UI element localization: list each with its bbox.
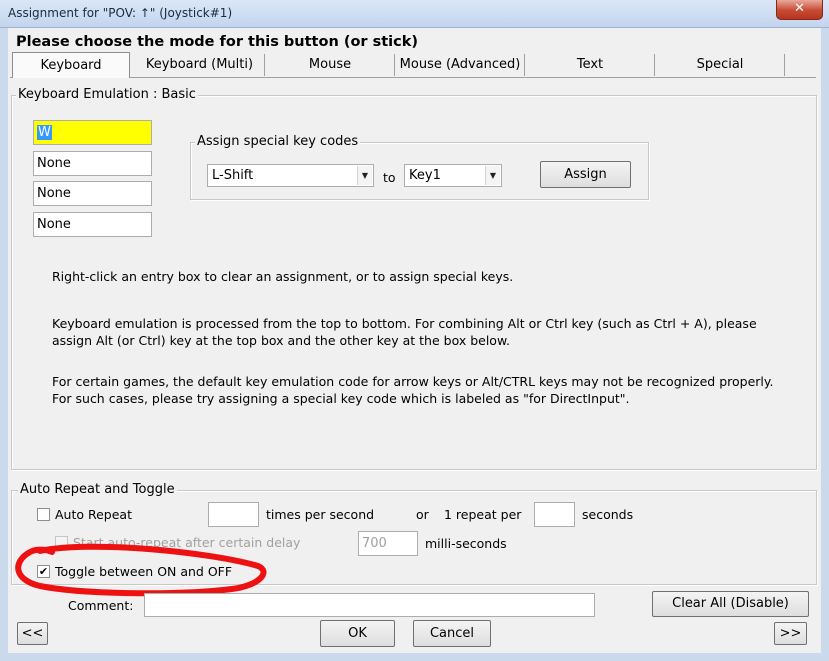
comment-input[interactable]	[144, 593, 595, 617]
cancel-button[interactable]: Cancel	[413, 620, 491, 647]
previous-button[interactable]: <<	[17, 622, 48, 645]
next-button[interactable]: >>	[774, 622, 807, 645]
clear-all-button[interactable]: Clear All (Disable)	[652, 591, 809, 617]
ok-button[interactable]: OK	[320, 620, 395, 647]
annotation-circle	[15, 543, 267, 597]
comment-label: Comment:	[68, 598, 134, 613]
